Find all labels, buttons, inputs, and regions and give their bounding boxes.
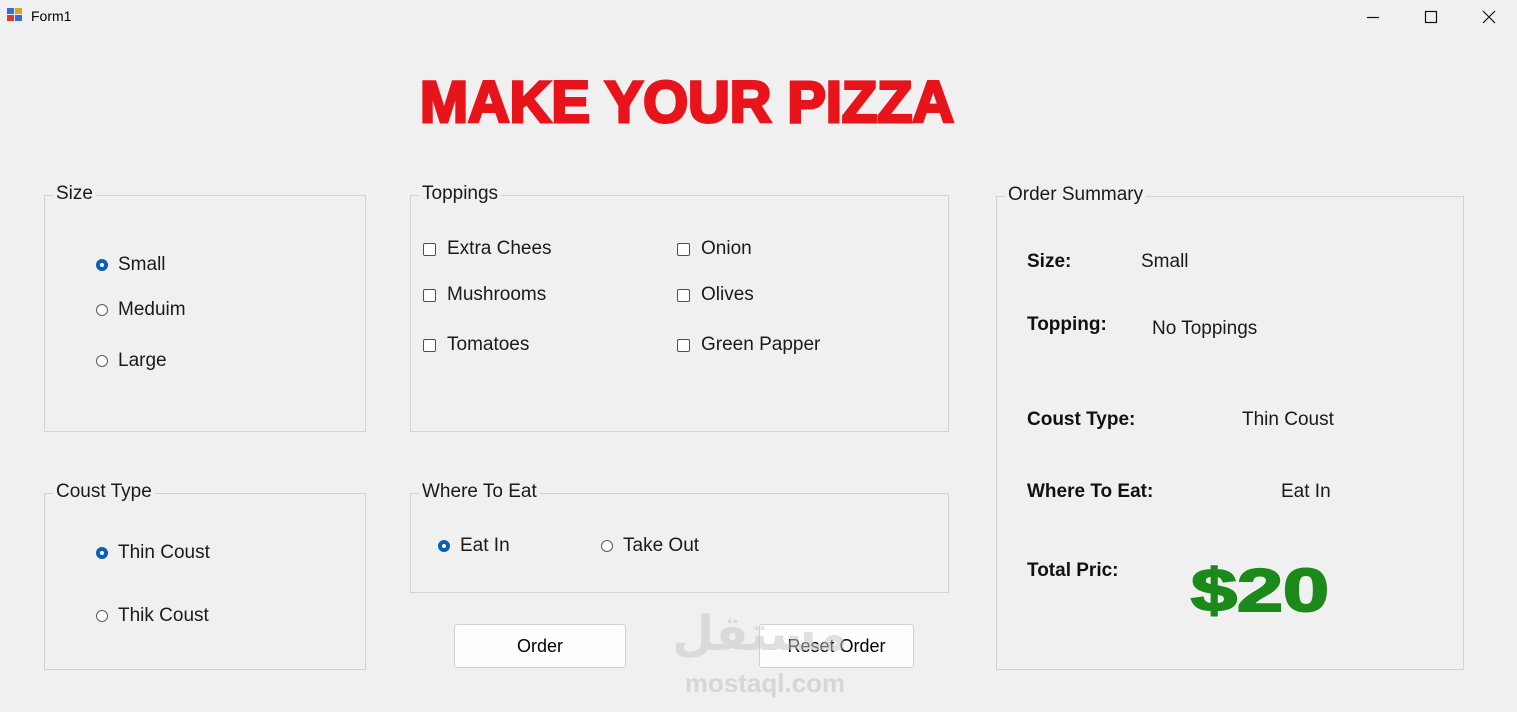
take-out-label: Take Out bbox=[623, 535, 700, 556]
crust-thin-label: Thin Coust bbox=[118, 542, 210, 563]
summary-where-label: Where To Eat: bbox=[1027, 481, 1154, 502]
radio-indicator bbox=[96, 259, 108, 271]
crust-thick-radio[interactable]: Thik Coust bbox=[96, 605, 209, 627]
summary-size-value: Small bbox=[1141, 251, 1189, 272]
size-large-radio[interactable]: Large bbox=[96, 350, 167, 372]
summary-where-value: Eat In bbox=[1281, 481, 1331, 502]
take-out-radio[interactable]: Take Out bbox=[601, 535, 699, 557]
radio-indicator bbox=[438, 540, 450, 552]
checkbox-indicator bbox=[677, 288, 690, 302]
summary-crust-value: Thin Coust bbox=[1242, 409, 1334, 430]
summary-total-value: $20 bbox=[1190, 557, 1330, 621]
summary-topping-value: No Toppings bbox=[1152, 318, 1258, 339]
checkbox-indicator bbox=[423, 288, 436, 302]
toppings-group: Toppings Extra Chees Onion Mushrooms Oli… bbox=[410, 183, 949, 432]
size-small-radio[interactable]: Small bbox=[96, 254, 166, 276]
where-to-eat-group-label: Where To Eat bbox=[419, 481, 540, 503]
eat-in-radio[interactable]: Eat In bbox=[438, 535, 510, 557]
topping-onion-checkbox[interactable]: Onion bbox=[677, 238, 752, 260]
topping-label: Green Papper bbox=[701, 334, 821, 355]
close-icon bbox=[1482, 10, 1496, 24]
topping-green-pepper-checkbox[interactable]: Green Papper bbox=[677, 334, 820, 356]
size-small-label: Small bbox=[118, 254, 166, 275]
reset-order-button[interactable]: Reset Order bbox=[759, 624, 914, 668]
summary-topping-label: Topping: bbox=[1027, 314, 1107, 335]
summary-total-value-text: $20 bbox=[1191, 557, 1329, 621]
size-medium-label: Meduim bbox=[118, 299, 186, 320]
crust-type-group-label: Coust Type bbox=[53, 481, 155, 503]
radio-indicator bbox=[96, 610, 108, 622]
size-medium-radio[interactable]: Meduim bbox=[96, 299, 186, 321]
summary-size-label: Size: bbox=[1027, 251, 1072, 272]
maximize-button[interactable] bbox=[1402, 0, 1460, 34]
order-summary-group-label: Order Summary bbox=[1005, 184, 1147, 206]
checkbox-indicator bbox=[423, 338, 436, 352]
summary-total-label: Total Pric: bbox=[1027, 560, 1119, 581]
topping-mushrooms-checkbox[interactable]: Mushrooms bbox=[423, 284, 546, 306]
maximize-icon bbox=[1424, 10, 1438, 24]
eat-in-label: Eat In bbox=[460, 535, 510, 556]
crust-thin-radio[interactable]: Thin Coust bbox=[96, 542, 210, 564]
topping-label: Onion bbox=[701, 238, 752, 259]
checkbox-indicator bbox=[677, 338, 690, 352]
checkbox-indicator bbox=[423, 242, 436, 256]
app-icon bbox=[7, 8, 23, 22]
order-summary-group: Order Summary Size: Small Topping: No To… bbox=[996, 184, 1464, 670]
topping-olives-checkbox[interactable]: Olives bbox=[677, 284, 754, 306]
radio-indicator bbox=[601, 540, 613, 552]
topping-extra-cheese-checkbox[interactable]: Extra Chees bbox=[423, 238, 552, 260]
crust-type-group: Coust Type Thin Coust Thik Coust bbox=[44, 481, 366, 670]
watermark-latin-text: mostaql.com bbox=[685, 668, 845, 698]
crust-thick-label: Thik Coust bbox=[118, 605, 209, 626]
minimize-icon bbox=[1367, 16, 1379, 19]
topping-label: Tomatoes bbox=[447, 334, 530, 355]
order-button[interactable]: Order bbox=[454, 624, 626, 668]
checkbox-indicator bbox=[677, 242, 690, 256]
size-group-label: Size bbox=[53, 183, 96, 205]
where-to-eat-group: Where To Eat Eat In Take Out bbox=[410, 481, 949, 593]
page-title: MAKE YOUR PIZZA bbox=[419, 70, 956, 130]
radio-indicator bbox=[96, 547, 108, 559]
topping-label: Olives bbox=[701, 284, 754, 305]
topping-label: Mushrooms bbox=[447, 284, 547, 305]
title-bar: Form1 bbox=[0, 0, 1517, 34]
topping-label: Extra Chees bbox=[447, 238, 552, 259]
size-group: Size Small Meduim Large bbox=[44, 183, 366, 432]
summary-crust-label: Coust Type: bbox=[1027, 409, 1136, 430]
radio-indicator bbox=[96, 304, 108, 316]
toppings-group-label: Toppings bbox=[419, 183, 502, 205]
minimize-button[interactable] bbox=[1344, 0, 1402, 34]
topping-tomatoes-checkbox[interactable]: Tomatoes bbox=[423, 334, 529, 356]
radio-indicator bbox=[96, 355, 108, 367]
close-button[interactable] bbox=[1460, 0, 1517, 34]
page-title-text: MAKE YOUR PIZZA bbox=[420, 70, 954, 130]
window-title: Form1 bbox=[31, 8, 72, 24]
size-large-label: Large bbox=[118, 350, 167, 371]
